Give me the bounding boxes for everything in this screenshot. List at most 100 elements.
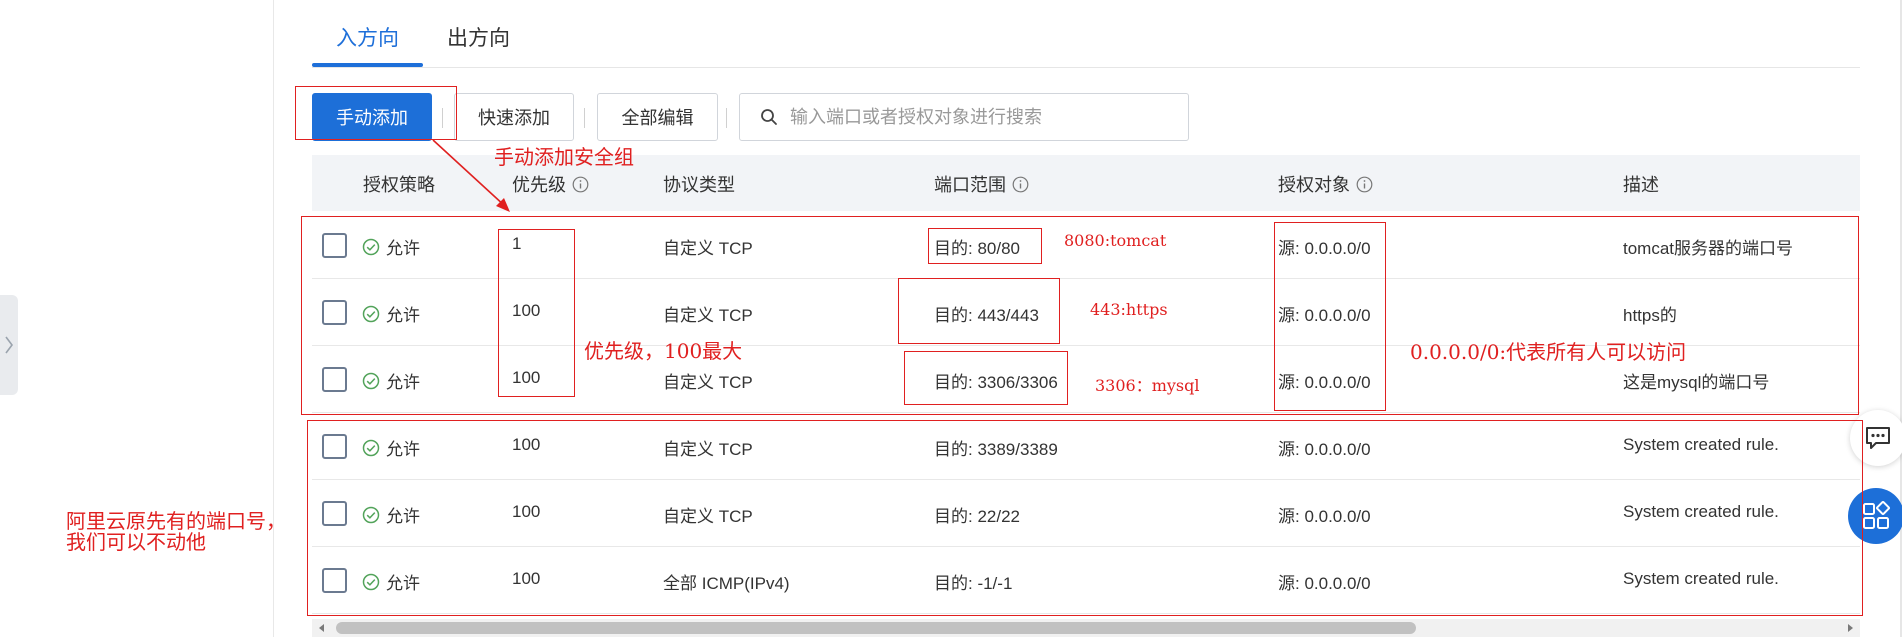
header-protocol-label: 协议类型 [663,175,735,195]
table-row: 允许 100 自定义 TCP 目的: 443/443 源: 0.0.0.0/0 … [312,279,1860,346]
check-circle-icon [362,305,380,323]
direction-tabs: 入方向 出方向 [312,0,1860,68]
header-priority-label: 优先级 [512,175,566,195]
policy-cell: 允许 [362,301,420,326]
scroll-left-icon[interactable] [316,622,328,634]
priority-cell: 100 [512,435,541,454]
quick-add-button[interactable]: 快速添加 [454,93,574,141]
auth-object-cell: 源: 0.0.0.0/0 [1278,239,1371,258]
policy-label: 允许 [386,306,420,325]
port-range-cell: 目的: 80/80 [934,239,1020,258]
active-tab-indicator [312,63,423,67]
apps-button[interactable] [1848,488,1902,544]
protocol-cell: 自定义 TCP [663,507,753,526]
check-circle-icon [362,573,380,591]
annotation-priority: 优先级，100最大 [584,339,743,363]
header-auth-object-label: 授权对象 [1278,175,1350,195]
description-cell: tomcat服务器的端口号 [1623,239,1794,258]
annotation-mysql: 3306：mysql [1095,376,1200,395]
header-description-label: 描述 [1623,175,1659,195]
row-checkbox[interactable] [322,501,347,526]
header-policy-label: 授权策略 [363,175,435,195]
header-description: 描述 [1623,171,1659,197]
toolbar-separator [584,108,585,128]
collapse-handle[interactable] [0,295,18,395]
policy-cell: 允许 [362,368,420,393]
annotation-manual-add: 手动添加安全组 [494,145,634,169]
tab-inbound[interactable]: 入方向 [336,22,399,52]
tab-outbound[interactable]: 出方向 [447,22,510,52]
policy-cell: 允许 [362,234,420,259]
policy-label: 允许 [386,440,420,459]
annotation-tomcat: 8080:tomcat [1064,231,1167,250]
priority-cell: 100 [512,301,541,320]
protocol-cell: 全部 ICMP(IPv4) [663,574,790,593]
port-range-cell: 目的: 3389/3389 [934,440,1058,459]
auth-object-cell: 源: 0.0.0.0/0 [1278,306,1371,325]
check-circle-icon [362,439,380,457]
toolbar-separator [442,108,443,128]
chevron-right-icon [5,336,13,354]
header-auth-object: 授权对象 [1278,171,1373,197]
auth-object-cell: 源: 0.0.0.0/0 [1278,440,1371,459]
check-circle-icon [362,238,380,256]
auth-object-cell: 源: 0.0.0.0/0 [1278,373,1371,392]
row-checkbox[interactable] [322,300,347,325]
row-checkbox[interactable] [322,568,347,593]
annotation-aliyun-line1: 阿里云原先有的端口号， [66,509,286,533]
edit-all-button[interactable]: 全部编辑 [597,93,718,141]
protocol-cell: 自定义 TCP [663,440,753,459]
auth-object-cell: 源: 0.0.0.0/0 [1278,507,1371,526]
protocol-cell: 自定义 TCP [663,373,753,392]
policy-label: 允许 [386,574,420,593]
protocol-cell: 自定义 TCP [663,239,753,258]
header-policy: 授权策略 [363,171,435,197]
description-cell: System created rule. [1623,569,1779,588]
header-protocol: 协议类型 [663,171,735,197]
row-checkbox[interactable] [322,434,347,459]
port-range-cell: 目的: -1/-1 [934,574,1013,593]
scrollbar-thumb[interactable] [336,622,1416,634]
policy-label: 允许 [386,507,420,526]
scroll-right-icon[interactable] [1844,622,1856,634]
port-range-cell: 目的: 443/443 [934,306,1039,325]
description-cell: System created rule. [1623,435,1779,454]
row-checkbox[interactable] [322,367,347,392]
info-icon[interactable] [1356,176,1373,193]
header-port-range-label: 端口范围 [934,175,1006,195]
policy-cell: 允许 [362,502,420,527]
annotation-aliyun-line2: 我们可以不动他 [66,530,206,554]
header-port-range: 端口范围 [934,171,1029,197]
policy-cell: 允许 [362,435,420,460]
row-checkbox[interactable] [322,233,347,258]
policy-label: 允许 [386,239,420,258]
check-circle-icon [362,506,380,524]
protocol-cell: 自定义 TCP [663,306,753,325]
chat-icon [1866,427,1890,449]
info-icon[interactable] [1012,176,1029,193]
description-cell: System created rule. [1623,502,1779,521]
search-icon [761,109,777,125]
port-range-cell: 目的: 22/22 [934,507,1020,526]
apps-icon [1863,501,1890,529]
port-range-cell: 目的: 3306/3306 [934,373,1058,392]
manual-add-button[interactable]: 手动添加 [312,93,432,141]
priority-cell: 100 [512,368,541,387]
description-cell: https的 [1623,306,1677,325]
toolbar-separator [726,108,727,128]
priority-cell: 100 [512,569,541,588]
table-row: 允许 100 全部 ICMP(IPv4) 目的: -1/-1 源: 0.0.0.… [312,547,1860,614]
horizontal-scrollbar[interactable] [312,619,1860,637]
header-priority: 优先级 [512,171,589,197]
table-row: 允许 100 自定义 TCP 目的: 3389/3389 源: 0.0.0.0/… [312,413,1860,480]
info-icon[interactable] [572,176,589,193]
auth-object-cell: 源: 0.0.0.0/0 [1278,574,1371,593]
annotation-source: 0.0.0.0/0:代表所有人可以访问 [1410,340,1687,364]
table-row: 允许 100 自定义 TCP 目的: 22/22 源: 0.0.0.0/0 Sy… [312,480,1860,547]
search-box[interactable] [739,93,1189,141]
priority-cell: 100 [512,502,541,521]
chat-button[interactable] [1850,410,1902,466]
check-circle-icon [362,372,380,390]
search-input[interactable] [790,106,1170,128]
annotation-https: 443:https [1090,300,1168,319]
